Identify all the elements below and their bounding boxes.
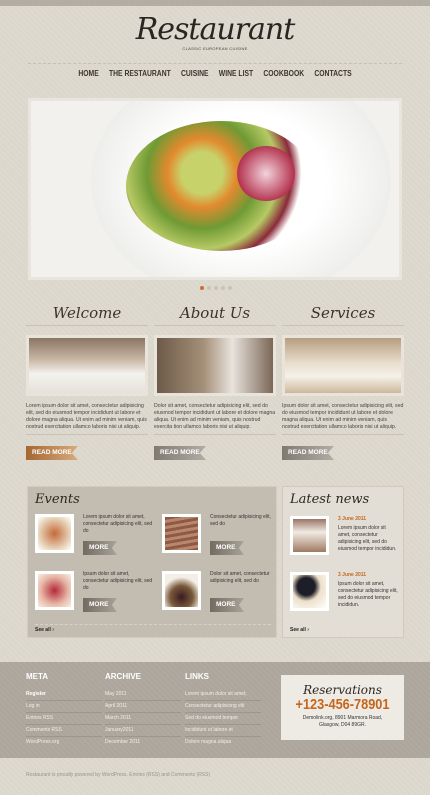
- news-date: 3 June 2011: [338, 572, 367, 578]
- divider: [28, 63, 402, 64]
- more-button[interactable]: MORE: [210, 598, 244, 612]
- nav-wine-list[interactable]: WINE LIST: [219, 69, 253, 78]
- divider: [35, 624, 271, 625]
- footer-link[interactable]: Entries RSS: [26, 713, 102, 725]
- reservations-address: Glasgow, D04 89GR.: [319, 722, 366, 728]
- footer-link[interactable]: WordPress.org: [26, 737, 102, 749]
- footer-link[interactable]: Register: [26, 689, 102, 701]
- nav-cuisine[interactable]: CUISINE: [181, 69, 209, 78]
- footer-link[interactable]: April 2011: [105, 701, 181, 713]
- event-item: Lorem ipsum dolor sit amet, consectetur …: [35, 514, 153, 564]
- news-item: 3 June 2011 Lorem ipsum dolor sit amet, …: [290, 516, 402, 568]
- slider-dot[interactable]: [228, 286, 232, 290]
- news-date: 3 June 2011: [338, 516, 367, 522]
- event-item: Dolor sit amet, consectetur adipisicing …: [162, 571, 280, 621]
- top-bar: [0, 0, 430, 6]
- nav-contacts[interactable]: CONTACTS: [314, 69, 351, 78]
- column-title: About Us: [154, 304, 276, 326]
- event-thumbnail[interactable]: [35, 571, 74, 610]
- event-text: Lorem ipsum dolor sit amet, consectetur …: [83, 514, 153, 534]
- event-item: Ipsum dolor sit amet, consectetur adipis…: [35, 571, 153, 621]
- footer-link[interactable]: Consectetur adipisicing elit: [185, 701, 261, 713]
- news-text: Ipsum dolor sit amet, consectetur adipis…: [338, 581, 398, 608]
- event-text: Consectetur adipisicing elit, sed do: [210, 514, 271, 527]
- events-see-all-link[interactable]: See all ›: [35, 627, 54, 633]
- footer-link[interactable]: Log in: [26, 701, 102, 713]
- footer-heading: LINKS: [185, 672, 209, 681]
- news-item: 3 June 2011 Ipsum dolor sit amet, consec…: [290, 572, 402, 624]
- footer-link[interactable]: Incididunt ut labore et: [185, 725, 261, 737]
- latest-news-panel: Latest news 3 June 2011 Lorem ipsum dolo…: [282, 486, 404, 638]
- about-column: About Us Dolor sit amet, consectetur adi…: [154, 304, 276, 460]
- slider-dot[interactable]: [207, 286, 211, 290]
- column-title: Welcome: [26, 304, 148, 326]
- nav-home[interactable]: HOME: [78, 69, 98, 78]
- footer-archive: ARCHIVE May 2011 April 2011 March 2011 J…: [105, 672, 181, 749]
- radicchio-image: [236, 146, 296, 201]
- footer-heading: META: [26, 672, 49, 681]
- news-thumbnail[interactable]: [290, 572, 329, 611]
- event-thumbnail[interactable]: [35, 514, 74, 553]
- footer-link[interactable]: Lorem ipsum dolor sit amet,: [185, 689, 261, 701]
- column-title: Services: [282, 304, 404, 326]
- news-thumbnail[interactable]: [290, 516, 329, 555]
- main-nav: HOME THE RESTAURANT CUISINE WINE LIST CO…: [32, 69, 398, 78]
- column-text: Ipsum dolor sit amet, consectetur adipis…: [282, 403, 404, 435]
- events-title: Events: [35, 492, 80, 507]
- event-thumbnail[interactable]: [162, 571, 201, 610]
- hero-slider-image[interactable]: [28, 98, 402, 280]
- footer-link[interactable]: December 2011: [105, 737, 181, 749]
- footer-link[interactable]: March 2011: [105, 713, 181, 725]
- nav-the-restaurant[interactable]: THE RESTAURANT: [109, 69, 171, 78]
- event-thumbnail[interactable]: [162, 514, 201, 553]
- footer-link[interactable]: May 2011: [105, 689, 181, 701]
- slider-dot[interactable]: [200, 286, 204, 290]
- table-setting-image: [26, 335, 148, 396]
- read-more-button[interactable]: READ MORE: [26, 446, 78, 460]
- more-button[interactable]: MORE: [210, 541, 244, 555]
- services-column: Services Ipsum dolor sit amet, consectet…: [282, 304, 404, 460]
- event-text: Ipsum dolor sit amet, consectetur adipis…: [83, 571, 153, 591]
- chef-kitchen-image: [154, 335, 276, 396]
- footer-link[interactable]: Sed do eiusmod tempor: [185, 713, 261, 725]
- column-text: Lorem ipsum dolor sit amet, consectetur …: [26, 403, 148, 435]
- event-item: Consectetur adipisicing elit, sed do MOR…: [162, 514, 280, 564]
- news-title: Latest news: [290, 492, 370, 507]
- slider-dot[interactable]: [221, 286, 225, 290]
- footer-links: LINKS Lorem ipsum dolor sit amet, Consec…: [185, 672, 261, 749]
- nav-cookbook[interactable]: COOKBOOK: [263, 69, 304, 78]
- footer: META Register Log in Entries RSS Comment…: [0, 662, 430, 758]
- copyright: Restaurant is proudly powered by WordPre…: [26, 772, 211, 778]
- reservations-address: Demolink.org, 8901 Marmora Road,: [302, 715, 383, 721]
- welcome-column: Welcome Lorem ipsum dolor sit amet, cons…: [26, 304, 148, 460]
- dining-room-image: [282, 335, 404, 396]
- footer-link[interactable]: Dolore magna aliqua: [185, 737, 261, 749]
- events-panel: Events Lorem ipsum dolor sit amet, conse…: [27, 486, 277, 638]
- event-text: Dolor sit amet, consectetur adipisicing …: [210, 571, 270, 584]
- footer-meta: META Register Log in Entries RSS Comment…: [26, 672, 102, 749]
- reservations-box: Reservations +123-456-78901 Demolink.org…: [281, 675, 404, 740]
- column-text: Dolor sit amet, consectetur adipisicing …: [154, 403, 276, 435]
- slider-pagination: [200, 286, 232, 290]
- more-button[interactable]: MORE: [83, 541, 117, 555]
- more-button[interactable]: MORE: [83, 598, 117, 612]
- footer-link[interactable]: January2011: [105, 725, 181, 737]
- read-more-button[interactable]: READ MORE: [282, 446, 334, 460]
- news-text: Lorem ipsum dolor sit amet, consectetur …: [338, 525, 397, 552]
- logo[interactable]: Restaurant: [0, 12, 430, 47]
- tagline: CLASSIC EUROPEAN CUISINE: [182, 46, 248, 51]
- read-more-button[interactable]: READ MORE: [154, 446, 206, 460]
- reservations-title: Reservations: [303, 683, 382, 697]
- slider-dot[interactable]: [214, 286, 218, 290]
- footer-link[interactable]: Comments RSS: [26, 725, 102, 737]
- footer-heading: ARCHIVE: [105, 672, 142, 681]
- news-see-all-link[interactable]: See all ›: [290, 627, 309, 633]
- reservations-phone: +123-456-78901: [295, 696, 390, 713]
